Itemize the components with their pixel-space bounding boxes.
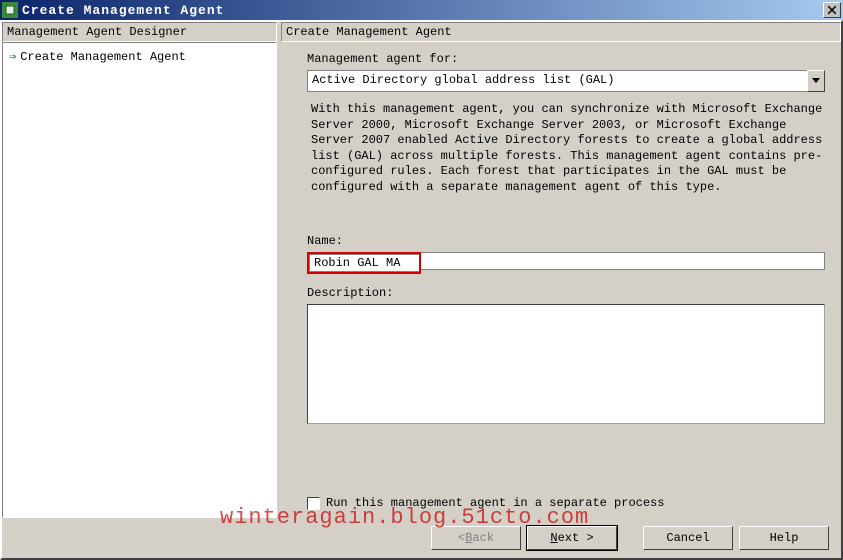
main-area: Management Agent Designer ⇒ Create Manag…: [2, 22, 841, 518]
name-highlight: [307, 252, 421, 274]
ma-for-value[interactable]: Active Directory global address list (GA…: [307, 70, 807, 92]
separate-process-row[interactable]: Run this management agent in a separate …: [307, 496, 825, 510]
right-panel-header: Create Management Agent: [281, 22, 841, 42]
description-label: Description:: [307, 286, 825, 300]
designer-step-label: Create Management Agent: [20, 50, 186, 64]
ma-for-dropdown-button[interactable]: [807, 70, 825, 92]
right-panel: Create Management Agent Management agent…: [281, 22, 841, 518]
name-input-row: [307, 252, 825, 274]
help-button[interactable]: Help: [739, 526, 829, 550]
title-bar: Create Management Agent: [0, 0, 843, 20]
name-input-extend[interactable]: [421, 252, 825, 270]
separate-process-label: Run this management agent in a separate …: [326, 496, 664, 510]
spacer: [289, 196, 825, 232]
designer-step-current[interactable]: ⇒ Create Management Agent: [7, 47, 272, 66]
chevron-down-icon: [812, 78, 820, 84]
dialog-body: Management Agent Designer ⇒ Create Manag…: [0, 20, 843, 560]
arrow-right-icon: ⇒: [9, 49, 16, 64]
left-panel: Management Agent Designer ⇒ Create Manag…: [2, 22, 277, 518]
back-button: < Back: [431, 526, 521, 550]
spacer: [289, 424, 825, 488]
app-icon: [2, 2, 18, 18]
ma-info-text: With this management agent, you can sync…: [311, 102, 825, 196]
spacer: [623, 526, 637, 550]
description-textarea[interactable]: [307, 304, 825, 424]
window-title: Create Management Agent: [22, 3, 821, 18]
separate-process-checkbox[interactable]: [307, 497, 320, 510]
name-label: Name:: [307, 234, 825, 248]
cancel-button[interactable]: Cancel: [643, 526, 733, 550]
name-input[interactable]: [309, 254, 419, 272]
left-panel-header: Management Agent Designer: [2, 22, 277, 42]
ma-for-combo[interactable]: Active Directory global address list (GA…: [307, 70, 825, 92]
ma-for-label: Management agent for:: [307, 52, 825, 66]
close-icon: [828, 6, 836, 14]
form-area: Management agent for: Active Directory g…: [281, 42, 841, 518]
designer-step-list: ⇒ Create Management Agent: [2, 42, 277, 518]
close-button[interactable]: [823, 2, 841, 18]
next-button[interactable]: Next >: [527, 526, 617, 550]
button-row: < Back Next > Cancel Help: [2, 518, 841, 558]
